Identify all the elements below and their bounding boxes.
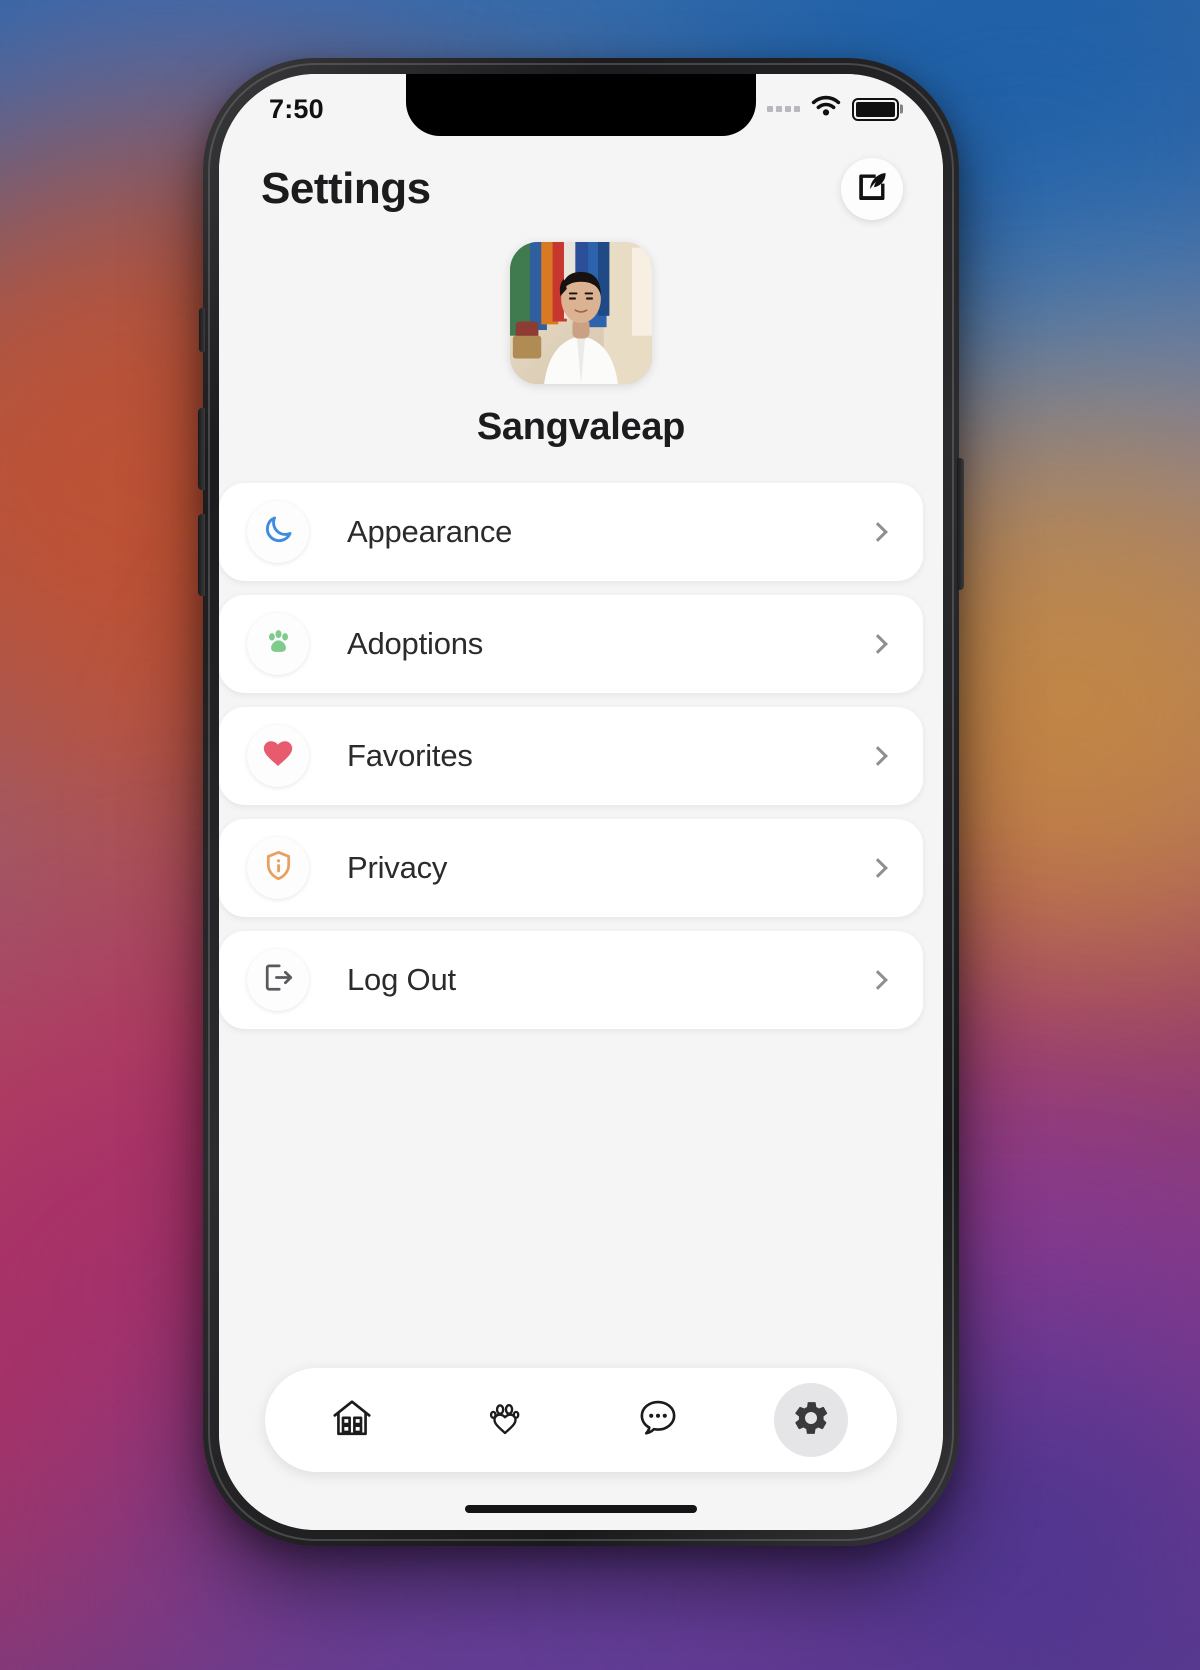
status-bar-time: 7:50 — [269, 93, 324, 124]
chat-bubble-icon — [636, 1396, 680, 1445]
home-indicator-area — [219, 1488, 943, 1530]
settings-row-label: Log Out — [347, 962, 456, 997]
chevron-right-icon — [868, 746, 888, 766]
chevron-right-icon — [868, 634, 888, 654]
chevron-right-icon — [868, 858, 888, 878]
paw-print-icon — [262, 625, 295, 663]
avatar[interactable] — [510, 242, 652, 384]
heart-icon — [261, 737, 295, 776]
settings-row-log-out[interactable]: Log Out — [219, 931, 923, 1029]
phone-body: 7:50 Settings Sangvaleap Appearance Adop… — [198, 58, 964, 1546]
tab-home[interactable] — [315, 1383, 389, 1457]
row-icon-wrap — [247, 725, 309, 787]
phone-screen: 7:50 Settings Sangvaleap Appearance Adop… — [219, 74, 943, 1530]
desktop-wallpaper: 7:50 Settings Sangvaleap Appearance Adop… — [0, 0, 1200, 1670]
tab-bar — [265, 1368, 897, 1472]
row-icon-wrap — [247, 613, 309, 675]
status-bar-indicators — [767, 95, 899, 124]
settings-row-appearance[interactable]: Appearance — [219, 483, 923, 581]
logout-icon — [262, 961, 295, 999]
cellular-dots-icon — [767, 106, 800, 112]
tab-pets[interactable] — [468, 1383, 542, 1457]
mute-switch[interactable] — [199, 308, 205, 352]
wifi-icon — [810, 95, 842, 124]
gear-icon — [791, 1398, 831, 1443]
page-title: Settings — [261, 164, 431, 213]
home-indicator[interactable] — [465, 1505, 697, 1513]
app-header: Settings — [219, 136, 943, 220]
phone-mockup: 7:50 Settings Sangvaleap Appearance Adop… — [198, 58, 964, 1546]
profile-name: Sangvaleap — [476, 406, 686, 448]
settings-row-label: Adoptions — [347, 626, 484, 661]
settings-row-favorites[interactable]: Favorites — [219, 707, 923, 805]
volume-down-button[interactable] — [198, 514, 205, 596]
chevron-right-icon — [868, 970, 888, 990]
volume-up-button[interactable] — [198, 408, 205, 490]
shield-info-icon — [262, 849, 295, 887]
settings-row-label: Favorites — [347, 738, 473, 773]
status-bar: 7:50 — [219, 74, 943, 136]
battery-full-icon — [852, 97, 899, 121]
row-icon-wrap — [247, 949, 309, 1011]
settings-row-adoptions[interactable]: Adoptions — [219, 595, 923, 693]
settings-row-label: Appearance — [347, 514, 513, 549]
paw-heart-icon — [484, 1397, 526, 1444]
compose-quill-icon — [855, 170, 889, 209]
tab-messages[interactable] — [621, 1383, 695, 1457]
tab-bar-container — [219, 1368, 943, 1488]
row-icon-wrap — [247, 501, 309, 563]
settings-row-privacy[interactable]: Privacy — [219, 819, 923, 917]
chevron-right-icon — [868, 522, 888, 542]
compose-button[interactable] — [841, 158, 903, 220]
tab-settings[interactable] — [773, 1383, 848, 1457]
settings-row-label: Privacy — [347, 850, 448, 885]
settings-list: Appearance Adoptions Favorites Privacy L… — [219, 483, 943, 1029]
profile-section: Sangvaleap — [219, 220, 943, 483]
power-button[interactable] — [957, 458, 964, 590]
row-icon-wrap — [247, 837, 309, 899]
moon-icon — [262, 513, 295, 551]
house-icon — [330, 1396, 374, 1445]
settings-app: 7:50 Settings Sangvaleap Appearance Adop… — [219, 74, 943, 1530]
